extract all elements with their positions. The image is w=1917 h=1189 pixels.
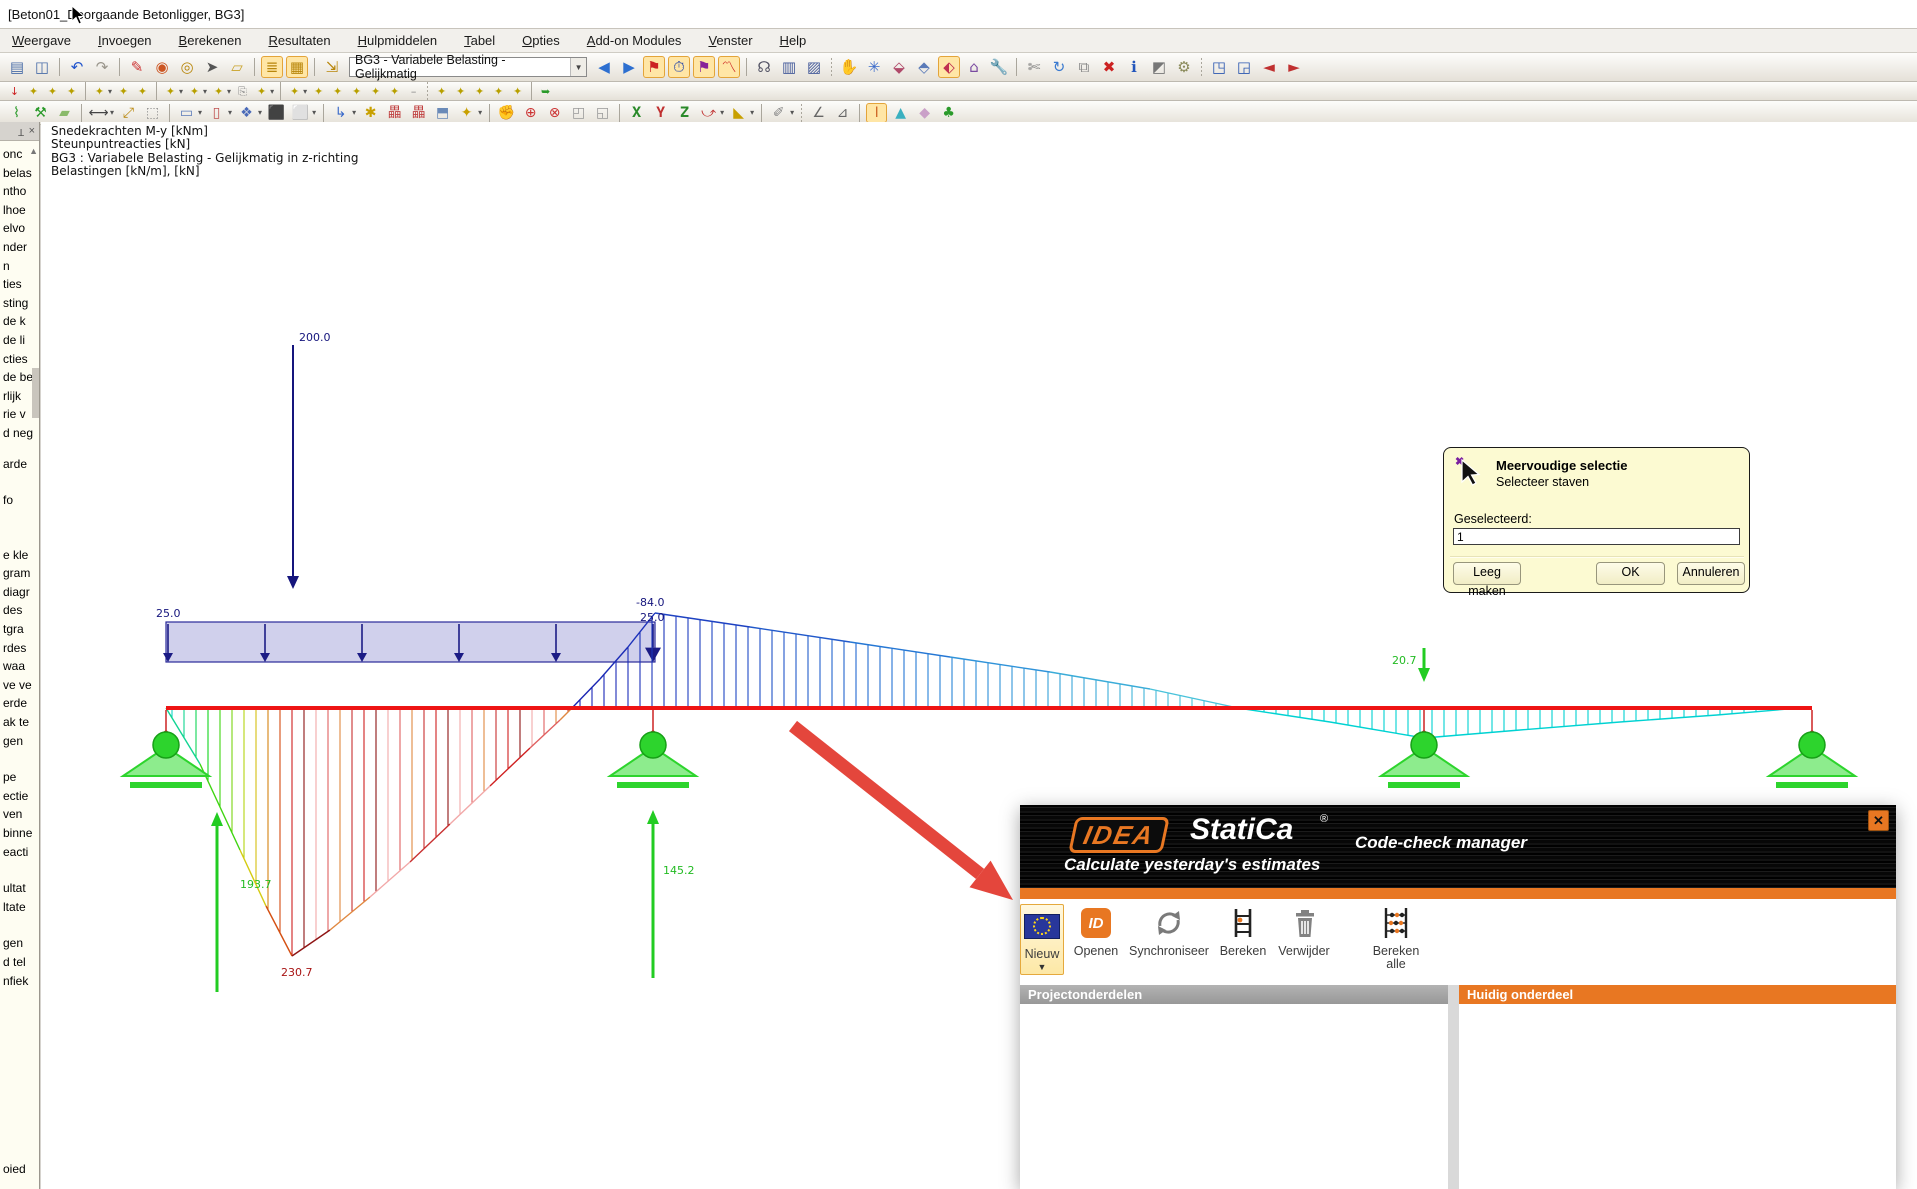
panel-divider[interactable]	[1448, 985, 1459, 1189]
selected-count-input[interactable]	[1453, 528, 1740, 545]
dropdown-caret-icon[interactable]: ▼	[1038, 962, 1047, 972]
idea-toolbar: Nieuw▼ ID Openen Synchroniseer Bereken Verwij…	[1020, 899, 1896, 990]
dialog-subtitle: Selecteer staven	[1496, 475, 1589, 489]
openen-button[interactable]: ID Openen	[1073, 904, 1119, 958]
verwijder-button[interactable]: Verwijder	[1273, 904, 1335, 958]
svg-text:145.2: 145.2	[663, 864, 695, 877]
trash-icon	[1289, 907, 1319, 939]
idea-logo: IDEA	[1068, 817, 1170, 853]
accent-bar	[1020, 888, 1896, 899]
idea-header: IDEA StatiCa ® Code-check manager Calcul…	[1020, 805, 1896, 888]
bereken-button[interactable]: Bereken	[1215, 904, 1271, 958]
synchroniseer-button[interactable]: Synchroniseer	[1123, 904, 1215, 958]
selected-label: Geselecteerd:	[1454, 512, 1532, 526]
abacus-icon	[1379, 906, 1413, 940]
mouse-cursor-icon	[70, 5, 86, 25]
nieuw-button[interactable]: Nieuw▼	[1020, 904, 1064, 975]
svg-text:20.7: 20.7	[1392, 654, 1417, 667]
button-label: Synchroniseer	[1129, 945, 1209, 958]
bereken-alle-button[interactable]: Bereken alle	[1361, 904, 1431, 971]
app-name: Code-check manager	[1355, 833, 1527, 853]
svg-text:25.0: 25.0	[640, 611, 665, 624]
button-label: Openen	[1074, 945, 1118, 958]
multiple-selection-dialog: ✖ Meervoudige selectie Selecteer staven …	[1443, 447, 1750, 593]
panel-body-current[interactable]	[1459, 1004, 1896, 1189]
dialog-title: Meervoudige selectie	[1496, 458, 1628, 473]
ladder-icon	[1228, 907, 1258, 939]
tagline: Calculate yesterday's estimates	[1064, 855, 1320, 875]
sync-icon	[1153, 907, 1185, 939]
cancel-button[interactable]: Annuleren	[1677, 562, 1745, 585]
svg-text:230.7: 230.7	[281, 966, 313, 979]
button-label: Bereken	[1220, 945, 1267, 958]
svg-text:200.0: 200.0	[299, 331, 331, 344]
idea-id-icon: ID	[1081, 908, 1111, 938]
dialog-separator	[1450, 556, 1744, 558]
select-cursor-icon: ✖	[1455, 456, 1481, 486]
ok-button[interactable]: OK	[1596, 562, 1665, 585]
button-label: Nieuw	[1025, 948, 1060, 961]
registered-mark: ®	[1320, 813, 1328, 825]
button-label: Verwijder	[1278, 945, 1329, 958]
close-button[interactable]: ✕	[1868, 810, 1889, 831]
panel-header-project: Projectonderdelen	[1020, 985, 1448, 1004]
svg-text:-84.0: -84.0	[636, 596, 664, 609]
panel-body-project[interactable]	[1020, 1004, 1448, 1189]
clear-button[interactable]: Leeg maken	[1453, 562, 1521, 585]
svg-text:193.7: 193.7	[240, 878, 272, 891]
svg-text:25.0: 25.0	[156, 607, 181, 620]
button-label: Bereken alle	[1373, 945, 1420, 971]
panel-header-current: Huidig onderdeel	[1459, 985, 1896, 1004]
eu-flag-icon	[1024, 914, 1060, 939]
idea-statica-window: IDEA StatiCa ® Code-check manager Calcul…	[1020, 805, 1896, 1189]
idea-logo-text: StatiCa	[1190, 813, 1293, 847]
